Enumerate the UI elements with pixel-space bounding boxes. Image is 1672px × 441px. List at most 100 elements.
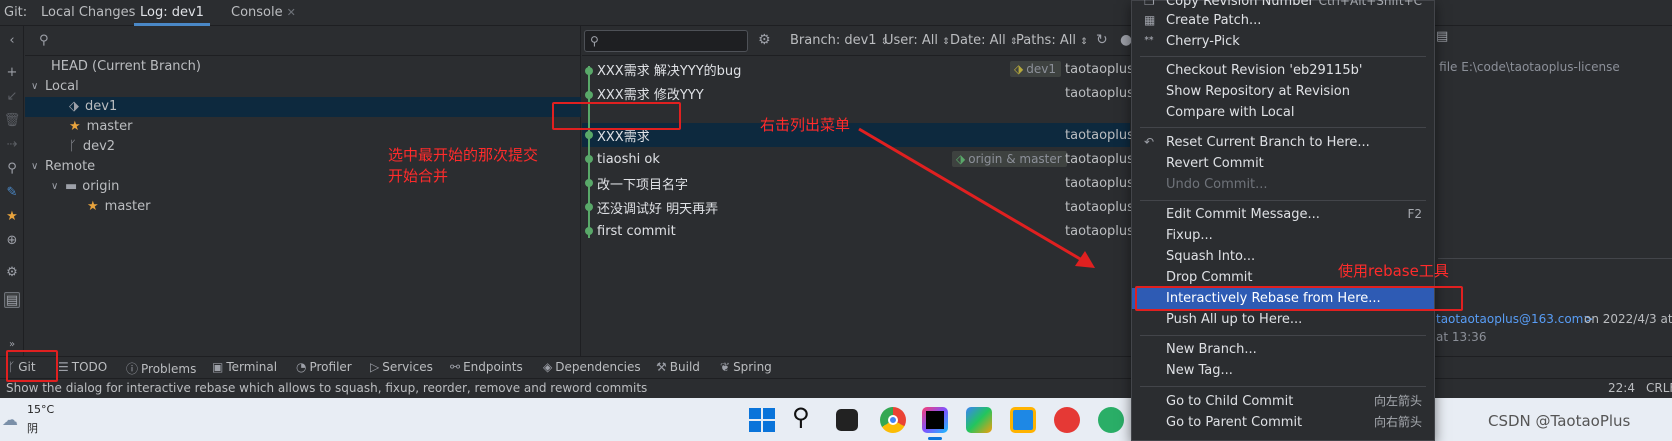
annotation-select-note-2: 开始合并: [388, 167, 449, 185]
menu-item-label: Copy Revision Number: [1166, 0, 1314, 9]
menu-item-show-repository[interactable]: Show Repository at Revision: [1132, 81, 1434, 102]
caret-position[interactable]: 22:4: [1608, 381, 1635, 395]
menu-item-label: Compare with Local: [1166, 105, 1295, 120]
branch-filter[interactable]: Branch: dev1 ⇕: [790, 33, 888, 48]
dependencies-icon: ◈: [543, 360, 553, 374]
tool-profiler[interactable]: ◔ Profiler: [296, 360, 352, 374]
delete-icon[interactable]: 🗑: [4, 112, 21, 128]
tab-log-dev1[interactable]: Log: dev1: [134, 0, 210, 26]
menu-item-shortcut: 向左箭头: [1373, 394, 1422, 408]
menu-item-label: Push All up to Here...: [1166, 312, 1303, 327]
tool-spring[interactable]: ❦ Spring: [720, 360, 772, 374]
wechat-icon[interactable]: [1098, 407, 1124, 433]
annotation-selected-commit-box: [552, 102, 681, 130]
tool-label: Services: [382, 360, 433, 374]
menu-item-checkout-revision[interactable]: Checkout Revision 'eb29115b': [1132, 60, 1434, 81]
menu-item-push-all-up-to-here[interactable]: Push All up to Here...: [1132, 309, 1434, 330]
tool-services[interactable]: ▷ Services: [370, 360, 433, 374]
branch-item-label: master: [104, 198, 151, 214]
menu-item-label: Reset Current Branch to Here...: [1166, 135, 1370, 150]
close-icon[interactable]: ✕: [287, 6, 296, 19]
annotation-arrow: [858, 127, 1095, 268]
menu-item-go-to-parent-commit[interactable]: Go to Parent Commit 向右箭头: [1132, 412, 1434, 433]
windows-start-icon[interactable]: [748, 407, 775, 433]
group-local-label: Local: [45, 78, 79, 94]
branch-search-bar[interactable]: ⚲: [25, 26, 581, 56]
tab-console-label: Console: [231, 5, 283, 20]
fetch-icon[interactable]: ⊕: [4, 232, 20, 248]
layout-icon[interactable]: ▤: [4, 292, 20, 308]
back-icon[interactable]: ‹: [4, 32, 20, 48]
menu-item-revert-commit[interactable]: Revert Commit: [1132, 153, 1434, 174]
menu-item-create-patch[interactable]: ▦ Create Patch...: [1132, 10, 1434, 31]
branch-item-master[interactable]: ★ master: [69, 116, 133, 136]
date-filter[interactable]: Date: All ⇕: [950, 33, 1017, 48]
tab-local-changes[interactable]: Local Changes: [41, 0, 135, 26]
tool-dependencies[interactable]: ◈ Dependencies: [543, 360, 641, 374]
menu-item-fixup[interactable]: Fixup...: [1132, 225, 1434, 246]
app-icon[interactable]: [1054, 407, 1080, 433]
tool-build[interactable]: ⚒ Build: [656, 360, 700, 374]
app-icon[interactable]: [1010, 407, 1036, 433]
task-view-icon[interactable]: [836, 409, 858, 431]
settings-gear-icon[interactable]: ⚙: [4, 264, 20, 280]
menu-item-compare-with-local[interactable]: Compare with Local: [1132, 102, 1434, 123]
commit-author: taotaoplus: [1065, 85, 1134, 101]
weather-temperature[interactable]: 15°C: [27, 403, 54, 416]
tool-endpoints[interactable]: ⚯ Endpoints: [450, 360, 523, 374]
remote-branch-master[interactable]: ★ master: [87, 196, 151, 216]
checkout-icon[interactable]: ↙: [4, 88, 20, 104]
tool-label: TODO: [71, 360, 108, 374]
remote-folder-origin[interactable]: ∨ ▬ origin: [51, 176, 119, 196]
branch-filter-label: Branch: dev1: [790, 33, 877, 48]
tool-terminal[interactable]: ▣ Terminal: [212, 360, 277, 374]
search-icon[interactable]: ⚲: [4, 160, 20, 176]
add-icon[interactable]: +: [4, 64, 20, 80]
branch-head[interactable]: HEAD (Current Branch): [51, 56, 201, 76]
compare-icon[interactable]: ⇢: [4, 136, 20, 152]
refresh-icon[interactable]: ↻: [1096, 32, 1108, 48]
endpoints-icon: ⚯: [450, 360, 461, 374]
tool-label: Build: [669, 360, 700, 374]
user-filter-label: User: All: [884, 33, 939, 48]
menu-item-new-tag[interactable]: New Tag...: [1132, 360, 1434, 381]
chrome-center: [888, 415, 898, 425]
status-message: Show the dialog for interactive rebase w…: [6, 381, 648, 395]
annotation-select-note: 选中最开始的那次提交: [388, 146, 539, 164]
line-separator[interactable]: CRLF: [1646, 381, 1672, 395]
menu-item-edit-commit-message[interactable]: Edit Commit Message... F2: [1132, 204, 1434, 225]
favorite-star-icon[interactable]: ★: [4, 208, 20, 224]
log-search-input[interactable]: ⚲: [584, 30, 748, 52]
author-email-link[interactable]: taotaotaoplus@163.com>: [1436, 312, 1593, 326]
branch-item-label: dev1: [85, 98, 118, 114]
tab-console[interactable]: Console ✕: [231, 0, 296, 26]
app-icon[interactable]: [966, 407, 992, 433]
chrome-icon[interactable]: [880, 407, 906, 433]
menu-item-reset-current-branch[interactable]: ↶ Reset Current Branch to Here...: [1132, 132, 1434, 153]
commit-row[interactable]: XXX需求 解决YYY的bug ⬗ dev1 taotaoplus: [582, 57, 1134, 81]
tool-problems[interactable]: ⓘ Problems: [126, 360, 196, 377]
update-icon[interactable]: ✎: [4, 184, 20, 200]
branch-item-label: dev2: [82, 138, 116, 154]
tag-icon: ⬗: [1014, 62, 1024, 76]
tool-label: Endpoints: [463, 360, 523, 374]
intellij-idea-icon[interactable]: [922, 407, 948, 433]
branch-item-dev2[interactable]: ᚴ dev2: [69, 136, 115, 156]
commit-context-menu: ❐ Copy Revision Number Ctrl+Alt+Shift+C ▦ C…: [1131, 0, 1435, 441]
menu-item-new-branch[interactable]: New Branch...: [1132, 339, 1434, 360]
info-icon: ⓘ: [126, 362, 139, 376]
group-remote[interactable]: ∨ Remote: [31, 156, 95, 176]
undo-icon: ↶: [1144, 135, 1155, 149]
menu-item-cherry-pick[interactable]: ᕯ Cherry-Pick: [1132, 31, 1434, 52]
weather-cloud-icon: ☁: [2, 410, 18, 429]
user-filter[interactable]: User: All ⇕: [884, 33, 950, 48]
tool-todo[interactable]: ☰ TODO: [58, 360, 107, 374]
menu-item-label: Checkout Revision 'eb29115b': [1166, 63, 1363, 78]
paths-filter[interactable]: Paths: All ⇕: [1016, 33, 1088, 48]
branch-item-dev1[interactable]: ⬗ dev1: [69, 96, 117, 116]
layout-icon[interactable]: ▤: [1436, 29, 1448, 44]
taskbar-search-icon[interactable]: ⚲: [792, 403, 810, 431]
group-local[interactable]: ∨ Local: [31, 76, 79, 96]
menu-item-go-to-child-commit[interactable]: Go to Child Commit 向左箭头: [1132, 391, 1434, 412]
settings-gear-icon[interactable]: ⚙: [758, 32, 771, 48]
